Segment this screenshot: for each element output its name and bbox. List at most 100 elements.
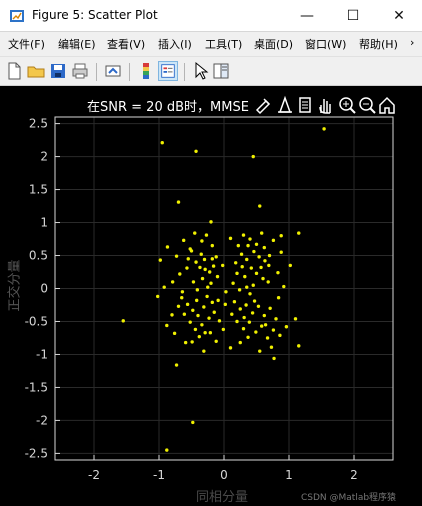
- save-icon[interactable]: [48, 61, 68, 81]
- scatter-point[interactable]: [260, 324, 264, 328]
- scatter-point[interactable]: [170, 280, 175, 284]
- menu-view[interactable]: 查看(V): [107, 36, 145, 52]
- open-file-icon[interactable]: [26, 61, 46, 81]
- zoom-out-icon[interactable]: [358, 95, 376, 115]
- scatter-point[interactable]: [215, 274, 220, 279]
- property-inspector-icon[interactable]: [211, 61, 231, 81]
- scatter-point[interactable]: [182, 238, 186, 243]
- scatter-point[interactable]: [195, 288, 200, 292]
- menu-edit[interactable]: 编辑(E): [58, 36, 96, 52]
- scatter-point[interactable]: [195, 298, 199, 303]
- menu-desktop[interactable]: 桌面(D): [254, 36, 293, 52]
- scatter-point[interactable]: [174, 363, 179, 367]
- scatter-point[interactable]: [209, 220, 213, 224]
- scatter-point[interactable]: [176, 200, 181, 204]
- scatter-point[interactable]: [248, 237, 252, 241]
- scatter-point[interactable]: [239, 252, 244, 256]
- scatter-point[interactable]: [182, 312, 187, 316]
- scatter-point[interactable]: [274, 317, 278, 321]
- scatter-point[interactable]: [221, 263, 225, 268]
- scatter-point[interactable]: [156, 294, 160, 299]
- scatter-point[interactable]: [279, 234, 283, 238]
- scatter-point[interactable]: [200, 239, 204, 243]
- scatter-point[interactable]: [238, 340, 242, 345]
- menu-overflow-arrow[interactable]: ›: [410, 36, 414, 49]
- scatter-point[interactable]: [207, 316, 211, 320]
- scatter-point[interactable]: [212, 310, 216, 314]
- scatter-point[interactable]: [228, 346, 233, 350]
- scatter-point[interactable]: [202, 257, 207, 262]
- scatter-point[interactable]: [203, 330, 207, 335]
- scatter-point[interactable]: [174, 254, 179, 258]
- scatter-point[interactable]: [237, 288, 242, 292]
- scatter-point[interactable]: [206, 285, 210, 289]
- scatter-point[interactable]: [221, 327, 226, 332]
- hand-pan-icon[interactable]: [316, 95, 334, 115]
- scatter-point[interactable]: [278, 333, 282, 338]
- menu-tools[interactable]: 工具(T): [205, 36, 242, 52]
- scatter-point[interactable]: [258, 204, 262, 208]
- menu-help[interactable]: 帮助(H): [359, 36, 398, 52]
- scatter-point[interactable]: [194, 260, 198, 264]
- scatter-point[interactable]: [210, 257, 214, 261]
- scatter-point[interactable]: [185, 266, 189, 270]
- scatter-point[interactable]: [241, 233, 246, 237]
- scatter-point[interactable]: [252, 299, 257, 303]
- scatter-point[interactable]: [214, 339, 218, 343]
- colorbar-icon[interactable]: [136, 61, 156, 81]
- scatter-point[interactable]: [231, 281, 235, 285]
- scatter-point[interactable]: [194, 149, 198, 153]
- zoom-in-icon[interactable]: [338, 95, 356, 115]
- scatter-point[interactable]: [224, 290, 228, 294]
- scatter-point[interactable]: [254, 330, 258, 334]
- scatter-point[interactable]: [251, 283, 255, 287]
- scatter-point[interactable]: [252, 249, 256, 254]
- scatter-point[interactable]: [183, 340, 188, 345]
- scatter-point[interactable]: [266, 280, 270, 284]
- scatter-point[interactable]: [208, 270, 212, 274]
- scatter-point[interactable]: [257, 255, 261, 259]
- scatter-point[interactable]: [258, 349, 262, 353]
- scatter-point[interactable]: [210, 300, 214, 305]
- scatter-point[interactable]: [203, 267, 207, 272]
- scatter-point[interactable]: [238, 307, 242, 311]
- scatter-point[interactable]: [272, 356, 276, 361]
- scatter-point[interactable]: [288, 263, 292, 268]
- close-button[interactable]: ✕: [376, 0, 422, 32]
- scatter-point[interactable]: [235, 319, 239, 324]
- scatter-point[interactable]: [121, 319, 125, 323]
- scatter-point[interactable]: [170, 313, 174, 317]
- scatter-point[interactable]: [228, 236, 233, 241]
- scatter-point[interactable]: [267, 263, 271, 268]
- scatter-point[interactable]: [261, 276, 265, 281]
- scatter-point[interactable]: [204, 233, 209, 237]
- maximize-button[interactable]: ☐: [330, 0, 376, 32]
- scatter-point[interactable]: [162, 285, 166, 289]
- print-icon[interactable]: [70, 61, 90, 81]
- scatter-point[interactable]: [251, 154, 255, 159]
- scatter-point[interactable]: [243, 274, 247, 279]
- scatter-point[interactable]: [191, 280, 196, 284]
- scatter-point[interactable]: [230, 312, 234, 316]
- scatter-point[interactable]: [180, 290, 185, 294]
- scatter-point[interactable]: [276, 296, 281, 300]
- menu-window[interactable]: 窗口(W): [305, 36, 346, 52]
- scatter-point[interactable]: [217, 319, 222, 323]
- legend-icon[interactable]: [158, 61, 178, 81]
- scatter-point[interactable]: [200, 276, 205, 281]
- scatter-point[interactable]: [250, 311, 255, 315]
- scatter-point[interactable]: [236, 243, 240, 248]
- scatter-point[interactable]: [297, 231, 301, 235]
- scatter-point[interactable]: [211, 264, 216, 268]
- scatter-point[interactable]: [193, 231, 197, 235]
- scatter-point[interactable]: [245, 257, 249, 262]
- scatter-point[interactable]: [234, 261, 238, 265]
- scatter-point[interactable]: [247, 320, 252, 324]
- scatter-point[interactable]: [205, 294, 209, 299]
- home-icon[interactable]: [378, 95, 396, 115]
- scatter-point[interactable]: [297, 344, 301, 348]
- scatter-point[interactable]: [180, 296, 184, 300]
- scatter-point[interactable]: [276, 270, 280, 275]
- scatter-point[interactable]: [188, 320, 192, 324]
- scatter-point[interactable]: [235, 271, 239, 276]
